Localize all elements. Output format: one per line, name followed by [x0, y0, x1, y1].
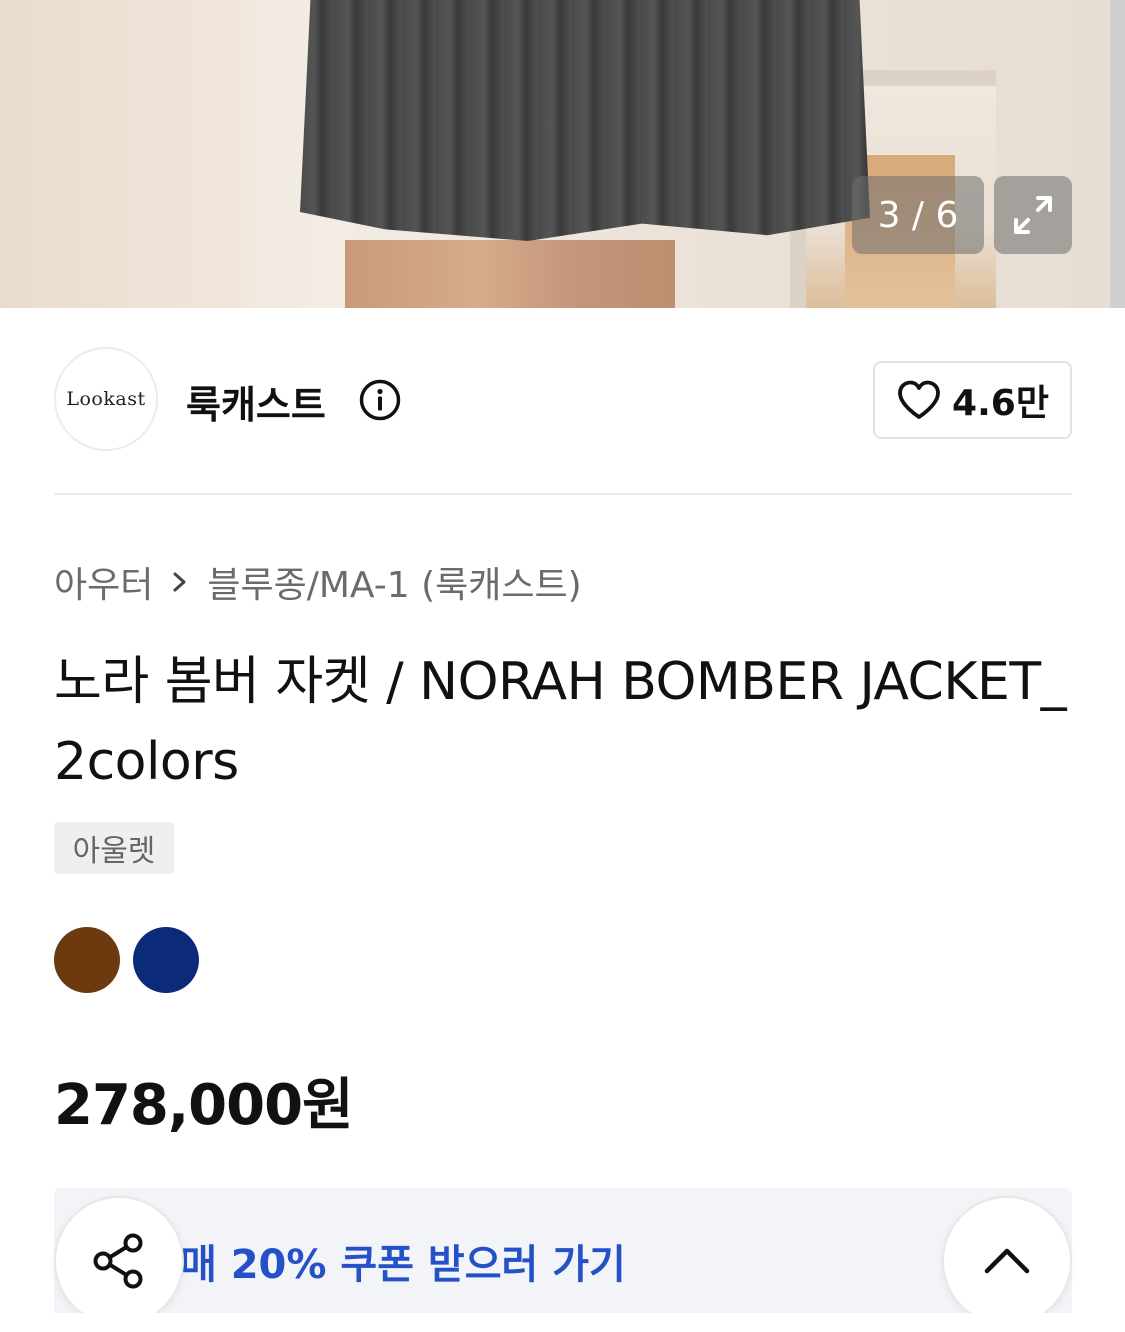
photo-background-wall	[0, 0, 250, 308]
share-button[interactable]	[54, 1196, 184, 1326]
product-title: 노라 봄버 자켓 / NORAH BOMBER JACKET_2colors	[54, 652, 1067, 792]
brand-name[interactable]: 룩캐스트	[186, 374, 326, 429]
expand-icon	[1014, 196, 1052, 234]
breadcrumb-subcategory[interactable]: 블루종/MA-1 (룩캐스트)	[207, 556, 581, 608]
photo-model-legs	[345, 240, 675, 308]
info-icon[interactable]	[358, 378, 402, 422]
chevron-right-icon	[173, 572, 186, 592]
like-count: 4.6만	[952, 383, 1049, 424]
photo-pleated-skirt	[300, 0, 870, 241]
coupon-text[interactable]: 매 20% 쿠폰 받으러 가기	[180, 1232, 626, 1290]
outlet-badge: 아울렛	[54, 822, 174, 874]
chevron-up-icon	[984, 1248, 1030, 1274]
product-image[interactable]: 3 / 6	[0, 0, 1125, 308]
next-image-peek	[1110, 0, 1125, 308]
scroll-to-top-button[interactable]	[942, 1196, 1072, 1326]
section-divider	[54, 493, 1072, 495]
color-swatch-brown[interactable]	[54, 927, 120, 993]
color-swatch-navy[interactable]	[133, 927, 199, 993]
expand-image-button[interactable]	[994, 176, 1072, 254]
product-price: 278,000원	[54, 1073, 354, 1138]
share-icon	[93, 1233, 143, 1289]
breadcrumb: 아우터 블루종/MA-1 (룩캐스트)	[54, 556, 582, 608]
breadcrumb-category[interactable]: 아우터	[54, 556, 153, 608]
brand-logo-text: Lookast	[66, 388, 146, 410]
heart-icon	[898, 380, 940, 419]
page-bottom-edge	[0, 1313, 1125, 1332]
brand-like-button[interactable]: 4.6만	[873, 361, 1072, 439]
image-counter: 3 / 6	[852, 176, 984, 254]
brand-logo[interactable]: Lookast	[54, 347, 158, 451]
